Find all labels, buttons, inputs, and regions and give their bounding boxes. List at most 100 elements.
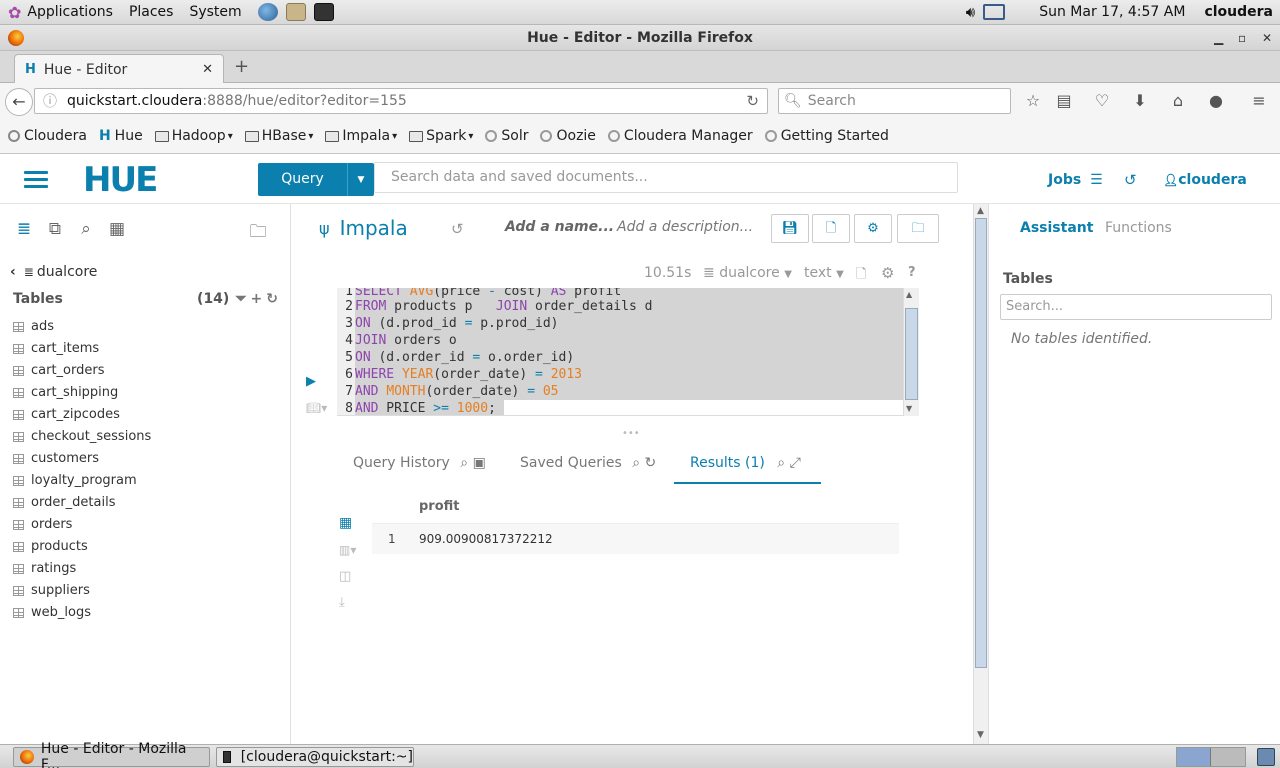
gnome-user[interactable]: cloudera (1204, 4, 1273, 20)
table-row[interactable]: 1 909.00900817372212 (372, 524, 899, 554)
database-icon[interactable]: ≣ (14, 219, 34, 239)
bookmark-cloudera[interactable]: Cloudera (8, 128, 87, 144)
bookmark-spark[interactable]: Spark ▾ (409, 128, 473, 144)
table-item[interactable]: order_details (13, 495, 115, 510)
bookmark-hadoop[interactable]: Hadoop ▾ (154, 128, 233, 144)
bookmark-getting-started[interactable]: Getting Started (764, 128, 889, 144)
tab-results[interactable]: Results (1) ⌕ ⤢ (674, 446, 821, 484)
table-item[interactable]: customers (13, 451, 99, 466)
reload-icon[interactable]: ↻ (746, 92, 759, 110)
table-item[interactable]: cart_zipcodes (13, 407, 120, 422)
taskbar-firefox[interactable]: Hue - Editor - Mozilla F... (13, 741, 210, 768)
new-tab-icon[interactable]: + (234, 56, 249, 77)
history-icon[interactable]: ↺ (1124, 171, 1137, 189)
snippet-menu-icon[interactable]: 📖︎▾ (306, 401, 327, 415)
maximize-icon[interactable]: ▫ (1238, 25, 1246, 51)
browser-search-box[interactable]: 🔍︎ Search (778, 88, 1011, 114)
chart-view-icon[interactable]: ▥▾ (339, 543, 356, 557)
query-button[interactable]: Query ▼ (258, 163, 374, 196)
home-icon[interactable]: ⌂ (1167, 91, 1189, 111)
tab-assistant[interactable]: Assistant (1020, 220, 1093, 236)
chat-icon[interactable]: ● (1205, 91, 1227, 111)
tab-query-history[interactable]: Query History ⌕ ▣ (353, 455, 486, 471)
terminal-launcher-icon[interactable] (313, 3, 334, 21)
web-browser-launcher-icon[interactable] (257, 3, 278, 21)
add-icon[interactable]: + (251, 291, 263, 307)
mail-launcher-icon[interactable] (285, 3, 306, 21)
tab-hue-editor[interactable]: H Hue - Editor ✕ (14, 54, 224, 84)
volume-icon[interactable]: 🔊︎ (966, 3, 975, 21)
table-item[interactable]: cart_shipping (13, 385, 118, 400)
trash-icon[interactable] (1257, 748, 1275, 766)
menu-places[interactable]: Places (129, 4, 174, 20)
apps-grid-icon[interactable]: ▦ (107, 219, 127, 239)
table-item[interactable]: checkout_sessions (13, 429, 151, 444)
refresh-icon[interactable]: ↻ (266, 291, 278, 307)
menu-applications[interactable]: Applications (27, 4, 113, 20)
chevron-left-icon[interactable]: ‹ (10, 264, 16, 280)
assistant-search-input[interactable]: Search... (1000, 294, 1272, 320)
grid-view-icon[interactable]: ▦ (339, 515, 352, 531)
code-scrollbar[interactable]: ▲ ▼ (903, 288, 919, 416)
help-icon[interactable]: ? (908, 265, 916, 280)
clock[interactable]: Sun Mar 17, 4:57 AM (1039, 4, 1185, 20)
back-icon[interactable]: ← (5, 88, 33, 116)
caret-down-icon[interactable]: ▼ (348, 175, 374, 185)
workspace-switcher[interactable] (1176, 747, 1246, 767)
format-selector[interactable]: text ▼ (804, 265, 844, 281)
open-folder-button[interactable]: 🗀︎ (897, 214, 939, 243)
tab-saved-queries[interactable]: Saved Queries ⌕ ↻ (520, 455, 656, 471)
minimize-icon[interactable]: ▁ (1214, 25, 1223, 51)
scroll-down-icon[interactable]: ▼ (906, 404, 912, 413)
history-icon[interactable]: ↺ (451, 220, 464, 238)
close-tab-icon[interactable]: ✕ (202, 62, 213, 77)
workspace-1[interactable] (1177, 748, 1212, 766)
hamburger-menu-icon[interactable]: ≡ (1248, 91, 1270, 111)
info-icon[interactable]: ⓘ (43, 91, 57, 111)
scroll-up-icon[interactable]: ▲ (906, 290, 912, 299)
file-icon[interactable]: 🗋︎ (856, 265, 866, 287)
db-breadcrumb[interactable]: ‹ ≣ dualcore (10, 264, 97, 280)
scroll-thumb[interactable] (975, 218, 987, 668)
save-button[interactable]: 💾︎ (771, 214, 809, 243)
table-item[interactable]: cart_items (13, 341, 99, 356)
bookmark-impala[interactable]: Impala ▾ (325, 128, 397, 144)
gnome-foot-icon[interactable]: ✿ (8, 3, 21, 22)
user-menu[interactable]: 👤︎cloudera (1163, 172, 1247, 188)
database-selector[interactable]: ≣ dualcore ▼ (703, 265, 792, 281)
settings-button[interactable]: ⚙ (854, 214, 892, 243)
bookmark-hue[interactable]: H Hue (99, 128, 143, 144)
scroll-up-icon[interactable]: ▲ (977, 206, 984, 216)
hamburger-menu-icon[interactable] (24, 167, 48, 192)
downloads-icon[interactable]: ⬇ (1129, 91, 1151, 111)
menu-system[interactable]: System (189, 4, 241, 20)
hue-logo[interactable]: HUE (83, 163, 158, 197)
resize-handle[interactable]: ••• (622, 428, 640, 439)
query-description-input[interactable]: Add a description... (617, 219, 753, 235)
bookmark-oozie[interactable]: Oozie (540, 128, 596, 144)
sql-code-editor[interactable]: 1 SELECT AVG(price - cost) AS profit 2 FRO… (337, 288, 919, 416)
gear-icon[interactable]: ⚙ (881, 264, 894, 282)
table-item[interactable]: loyalty_program (13, 473, 137, 488)
jobs-link[interactable]: Jobs ☰ (1048, 172, 1103, 188)
scroll-thumb[interactable] (905, 308, 918, 400)
bookmark-cloudera-manager[interactable]: Cloudera Manager (607, 128, 753, 144)
table-item[interactable]: cart_orders (13, 363, 105, 378)
bookmark-hbase[interactable]: HBase ▾ (244, 128, 313, 144)
close-window-icon[interactable]: ✕ (1262, 25, 1272, 51)
new-document-button[interactable]: 🗋︎ (812, 214, 850, 243)
table-item[interactable]: orders (13, 517, 72, 532)
play-icon[interactable]: ▶ (306, 374, 316, 389)
table-item[interactable]: web_logs (13, 605, 91, 620)
filter-icon[interactable]: ⏷ (235, 291, 246, 307)
workspace-2[interactable] (1211, 748, 1245, 766)
columns-icon[interactable]: ◫ (339, 569, 351, 584)
folder-open-icon[interactable]: 🗀︎ (248, 219, 268, 242)
main-scrollbar[interactable]: ▲ ▼ (973, 204, 988, 744)
table-item[interactable]: ratings (13, 561, 76, 576)
table-item[interactable]: ads (13, 319, 54, 334)
taskbar-terminal[interactable]: [cloudera@quickstart:~] (216, 747, 414, 767)
documents-icon[interactable]: ⧉ (45, 219, 65, 239)
search-icon[interactable]: ⌕ (76, 219, 96, 239)
bookmark-star-icon[interactable]: ☆ (1022, 91, 1044, 111)
